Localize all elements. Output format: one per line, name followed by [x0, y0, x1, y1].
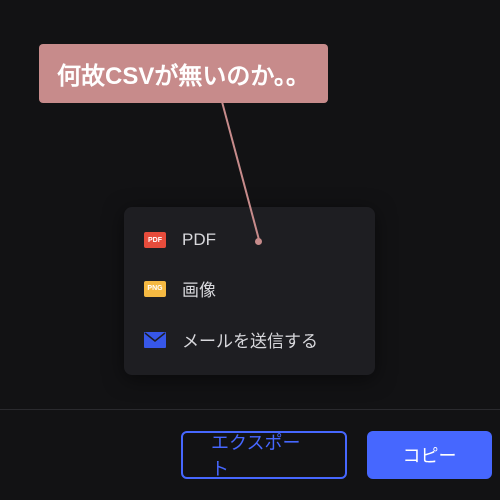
menu-item-email[interactable]: メールを送信する	[124, 314, 375, 365]
export-button-label: エクスポート	[211, 429, 317, 481]
menu-item-label: メールを送信する	[182, 327, 318, 352]
footer-toolbar: エクスポート コピー	[0, 410, 500, 500]
mail-icon	[144, 332, 166, 348]
menu-item-image[interactable]: PNG 画像	[124, 263, 375, 314]
menu-item-label: 画像	[182, 276, 216, 301]
menu-item-pdf[interactable]: PDF PDF	[124, 217, 375, 263]
pdf-icon: PDF	[144, 232, 166, 248]
copy-button[interactable]: コピー	[367, 431, 492, 479]
annotation-callout: 何故CSVが無いのか。。	[39, 44, 328, 103]
copy-button-label: コピー	[403, 442, 457, 468]
png-icon: PNG	[144, 281, 166, 297]
annotation-connector-dot	[255, 238, 262, 245]
annotation-text: 何故CSVが無いのか。。	[57, 63, 310, 90]
export-button[interactable]: エクスポート	[181, 431, 347, 479]
menu-item-label: PDF	[182, 230, 216, 250]
export-menu-panel: PDF PDF PNG 画像 メールを送信する	[124, 207, 375, 375]
